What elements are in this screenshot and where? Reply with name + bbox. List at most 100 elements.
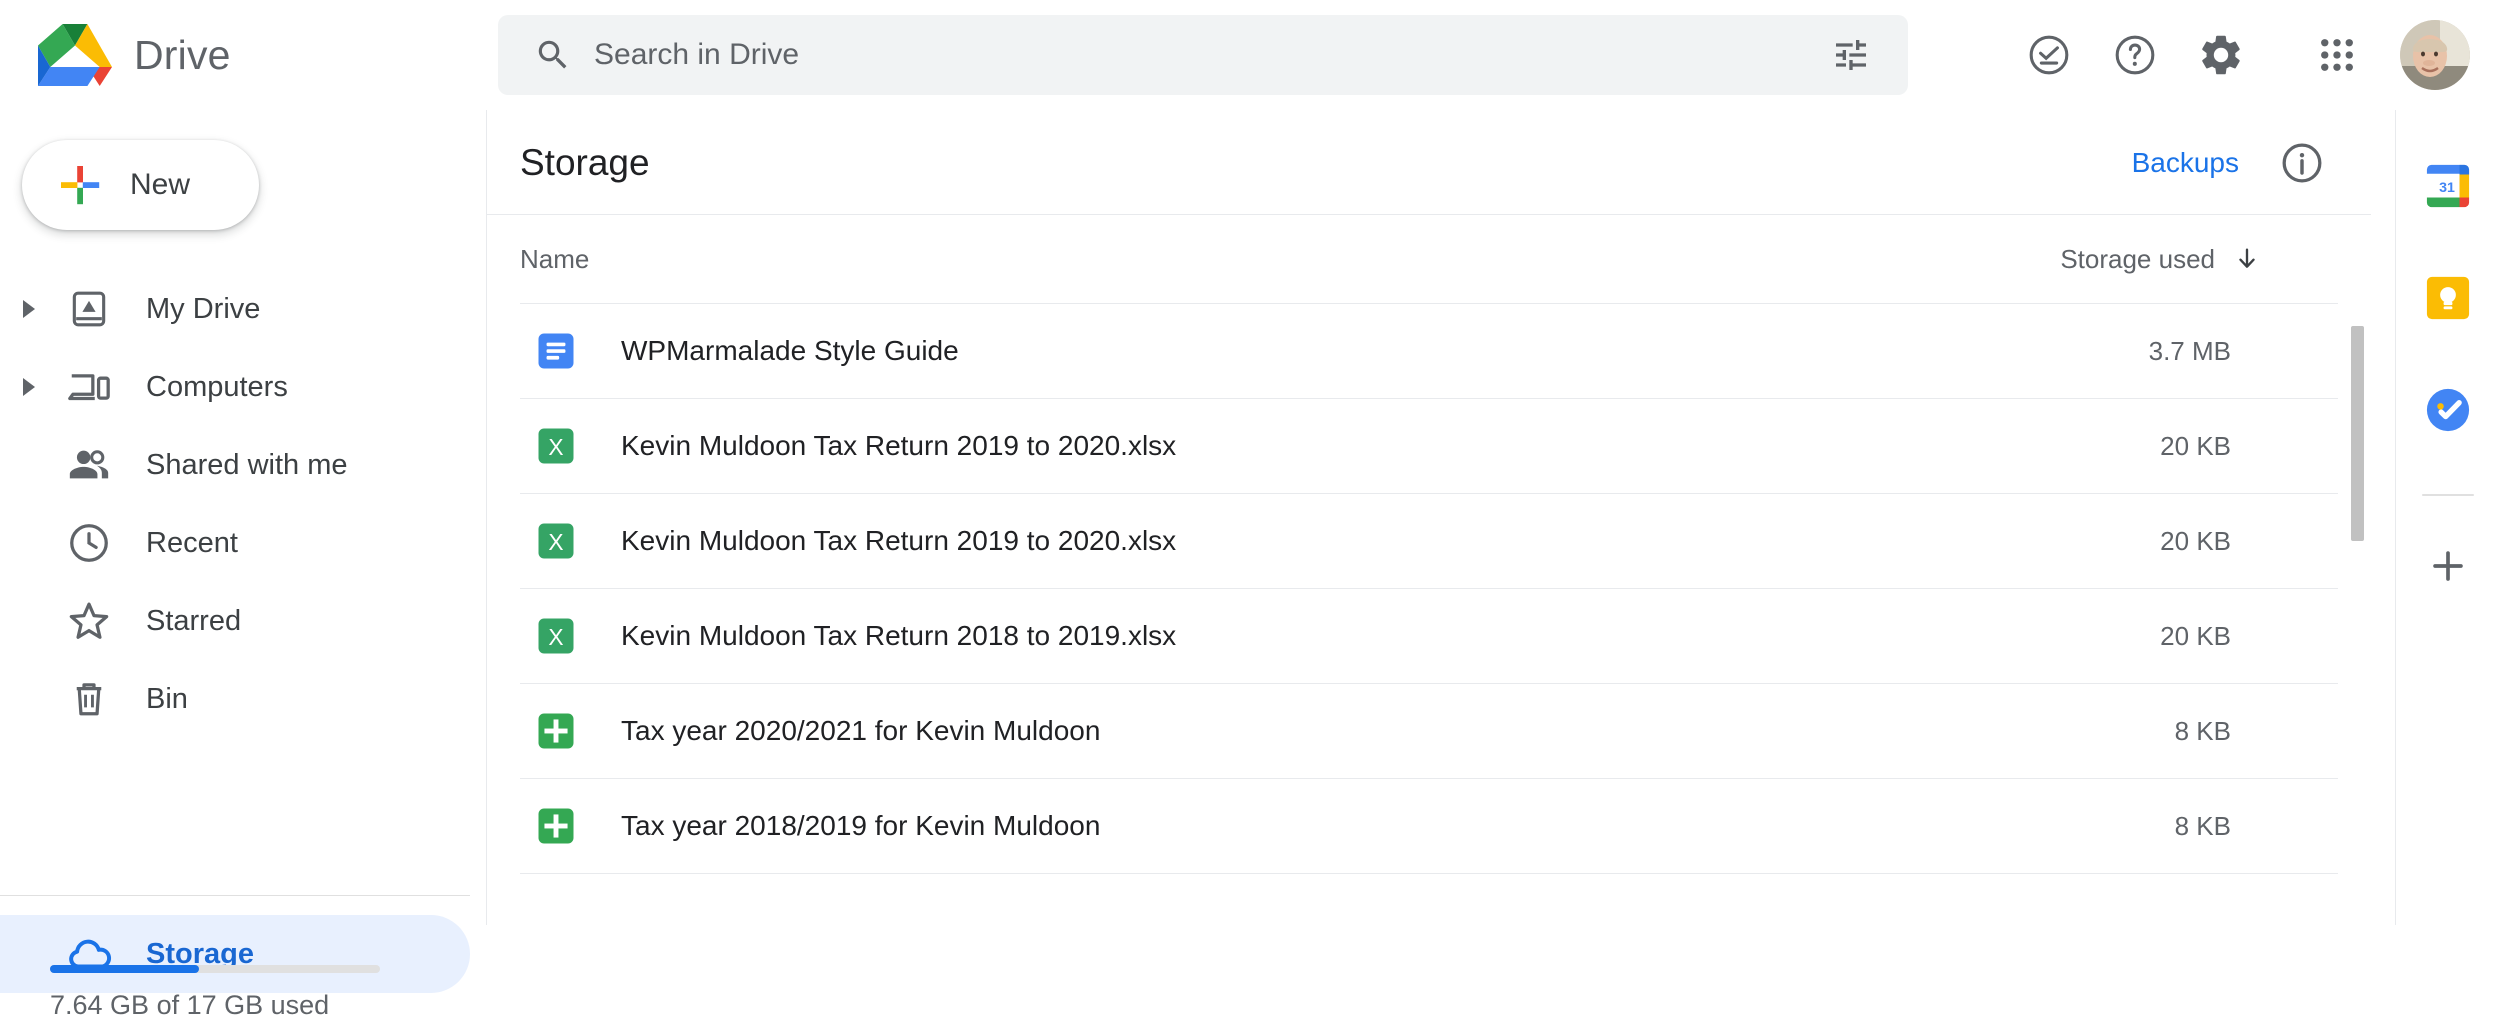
sidebar-item-label: Recent: [146, 526, 238, 559]
storage-file-table: Name Storage used WPMarmalade Style Guid…: [487, 215, 2371, 874]
sidebar-item-storage[interactable]: Storage: [0, 915, 470, 993]
tasks-button[interactable]: [2006, 12, 2092, 98]
excel-file-icon: X: [538, 618, 574, 654]
google-apps-button[interactable]: [2294, 12, 2380, 98]
search-icon: [538, 40, 567, 69]
sidebar-item-label: Bin: [146, 682, 188, 715]
google-keep-icon: [2426, 276, 2470, 320]
svg-text:X: X: [548, 624, 563, 650]
file-storage-used: 8 KB: [2174, 810, 2231, 841]
brand[interactable]: Drive: [38, 22, 231, 88]
expand-caret-icon[interactable]: [0, 377, 58, 397]
file-storage-used: 20 KB: [2160, 525, 2231, 556]
top-header-bar: Drive: [0, 0, 2500, 110]
main-header: Storage Backups: [487, 110, 2371, 215]
file-storage-used: 20 KB: [2160, 430, 2231, 461]
file-storage-used: 20 KB: [2160, 620, 2231, 651]
star-icon: [58, 598, 120, 644]
sidebar-item-starred[interactable]: Starred: [0, 582, 470, 660]
plus-icon: [2433, 551, 2463, 581]
avatar[interactable]: [2400, 20, 2470, 90]
google-tasks-button[interactable]: [2412, 374, 2484, 446]
file-storage-used: 3.7 MB: [2148, 335, 2231, 366]
sidebar-item-shared-with-me[interactable]: Shared with me: [0, 426, 470, 504]
table-row[interactable]: X Kevin Muldoon Tax Return 2018 to 2019.x…: [487, 589, 2371, 683]
table-row[interactable]: X Kevin Muldoon Tax Return 2019 to 2020.x…: [487, 494, 2371, 588]
table-row[interactable]: Tax year 2018/2019 for Kevin Muldoon 8 KB: [487, 779, 2371, 873]
svg-text:X: X: [548, 529, 563, 555]
left-sidebar: New My Drive Computers Shared with me Re…: [0, 110, 470, 1020]
sidebar-divider: [0, 895, 470, 896]
main-scrollbar[interactable]: [2349, 220, 2366, 1035]
file-name: Tax year 2020/2021 for Kevin Muldoon: [621, 715, 1101, 746]
column-header-storage-used[interactable]: Storage used: [2060, 244, 2261, 275]
sidebar-item-label: My Drive: [146, 292, 261, 325]
google-calendar-button[interactable]: 31: [2412, 150, 2484, 222]
file-storage-used: 8 KB: [2174, 715, 2231, 746]
sidebar-item-recent[interactable]: Recent: [0, 504, 470, 582]
file-name: Kevin Muldoon Tax Return 2019 to 2020.xl…: [621, 525, 1177, 556]
svg-text:31: 31: [2439, 180, 2455, 196]
trash-icon: [58, 676, 120, 722]
google-sheets-icon: [538, 808, 574, 844]
settings-gear-icon: [2202, 35, 2240, 75]
help-icon: [2115, 35, 2155, 75]
storage-quota-text: 7.64 GB of 17 GB used: [50, 990, 330, 1020]
google-tasks-icon: [2426, 388, 2470, 432]
sidebar-item-label: Shared with me: [146, 448, 348, 481]
expand-caret-icon[interactable]: [0, 299, 58, 319]
main-header-actions: Backups: [2132, 110, 2325, 215]
table-row-divider: [520, 873, 2338, 874]
storage-progress-bar: [50, 965, 380, 973]
sidebar-item-my-drive[interactable]: My Drive: [0, 270, 470, 348]
table-header-row: Name Storage used: [487, 215, 2371, 303]
search-options-button[interactable]: [1808, 15, 1894, 95]
sidebar-item-label: Computers: [146, 370, 288, 403]
sidebar-item-label: Starred: [146, 604, 242, 637]
file-name: Kevin Muldoon Tax Return 2019 to 2020.xl…: [621, 430, 1177, 461]
tasks-check-icon: [2029, 35, 2069, 75]
header-action-icons: [2006, 0, 2484, 110]
multicolor-plus-icon: [61, 166, 100, 205]
column-header-storage-used-label: Storage used: [2060, 243, 2215, 274]
storage-progress-fill: [50, 965, 199, 973]
sidebar-item-bin[interactable]: Bin: [0, 660, 470, 738]
scrollbar-thumb[interactable]: [2351, 326, 2364, 541]
my-drive-icon: [58, 287, 120, 331]
help-button[interactable]: [2092, 12, 2178, 98]
excel-file-icon: X: [538, 428, 574, 464]
svg-text:X: X: [548, 434, 563, 460]
settings-button[interactable]: [2178, 12, 2264, 98]
column-header-name[interactable]: Name: [520, 244, 589, 275]
tune-options-icon: [1836, 40, 1866, 70]
right-app-rail: 31: [2395, 110, 2500, 925]
file-name: Tax year 2018/2019 for Kevin Muldoon: [621, 810, 1101, 841]
google-sheets-icon: [538, 713, 574, 749]
people-icon: [58, 442, 120, 488]
google-drive-logo: [38, 24, 112, 86]
backups-link[interactable]: Backups: [2132, 147, 2239, 179]
rail-divider: [2422, 494, 2474, 496]
add-app-button[interactable]: [2412, 530, 2484, 602]
table-body: WPMarmalade Style Guide 3.7 MB X Kevin Muld…: [487, 304, 2371, 874]
new-button[interactable]: New: [22, 140, 259, 230]
excel-file-icon: X: [538, 523, 574, 559]
table-row[interactable]: Tax year 2020/2021 for Kevin Muldoon 8 KB: [487, 684, 2371, 778]
arrow-down-icon: [2239, 248, 2255, 268]
google-calendar-icon: 31: [2426, 164, 2470, 208]
search-bar[interactable]: [498, 15, 1908, 95]
table-row[interactable]: X Kevin Muldoon Tax Return 2019 to 2020.x…: [487, 399, 2371, 493]
table-row[interactable]: WPMarmalade Style Guide 3.7 MB: [487, 304, 2371, 398]
brand-title: Drive: [134, 31, 231, 78]
google-docs-icon: [538, 333, 574, 369]
google-keep-button[interactable]: [2412, 262, 2484, 334]
sidebar-nav: My Drive Computers Shared with me Recent…: [0, 270, 470, 993]
file-name: Kevin Muldoon Tax Return 2018 to 2019.xl…: [621, 620, 1177, 651]
info-icon[interactable]: [2279, 140, 2325, 186]
computers-icon: [58, 364, 120, 410]
avatar-photo: [2400, 20, 2470, 90]
file-name: WPMarmalade Style Guide: [621, 335, 959, 366]
sidebar-item-computers[interactable]: Computers: [0, 348, 470, 426]
search-input[interactable]: [594, 38, 1808, 72]
clock-icon: [58, 520, 120, 566]
